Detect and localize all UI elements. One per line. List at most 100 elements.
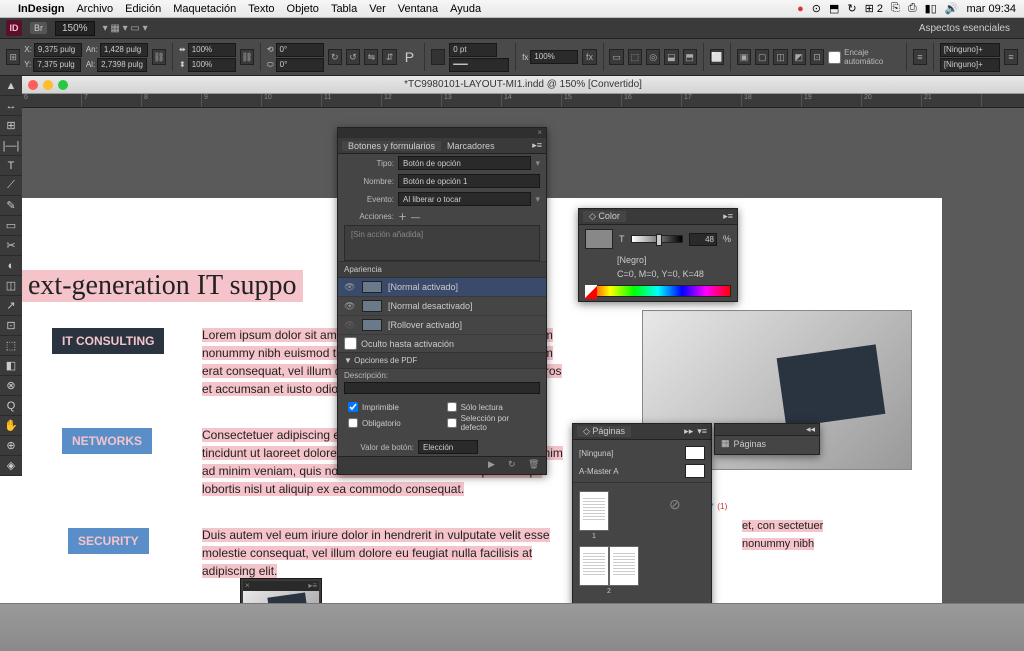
section-label-networks[interactable]: NETWORKS: [62, 428, 152, 454]
color-spectrum[interactable]: [585, 285, 731, 297]
page-thumb-1[interactable]: [579, 491, 609, 531]
dock-expand-icon[interactable]: ◂◂: [806, 424, 815, 435]
actions-list[interactable]: [Sin acción añadida]: [344, 225, 540, 261]
add-action-icon[interactable]: ＋: [398, 210, 407, 223]
center-content-icon[interactable]: ⊡: [810, 49, 824, 65]
page-tool-icon[interactable]: ⊞: [0, 116, 22, 136]
stroke-style-field[interactable]: ━━━: [449, 58, 509, 72]
scissors-tool-icon[interactable]: ✂: [0, 236, 22, 256]
view-mode-icon[interactable]: ◈: [0, 456, 22, 476]
rotate-ccw-icon[interactable]: ↺: [346, 49, 360, 65]
remove-action-icon[interactable]: —: [411, 212, 420, 222]
tray-icon[interactable]: ⬒: [829, 2, 839, 15]
menubar-clock[interactable]: mar 09:34: [966, 3, 1016, 15]
menu-ayuda[interactable]: Ayuda: [450, 3, 481, 15]
line-tool-icon[interactable]: ⟋: [0, 176, 22, 196]
fit-frame-icon[interactable]: ▢: [755, 49, 769, 65]
shear-field[interactable]: 0°: [276, 58, 324, 72]
note-tool-icon[interactable]: ↗: [0, 296, 22, 316]
reference-point-icon[interactable]: ⊞: [6, 49, 20, 65]
window-minimize-icon[interactable]: [43, 80, 53, 90]
state-normal-off[interactable]: 👁[Normal desactivado]: [338, 297, 546, 316]
menu-maquetacion[interactable]: Maquetación: [173, 3, 236, 15]
horizontal-ruler[interactable]: 6 7 8 9 10 11 12 13 14 15 16 17 18 19 20…: [22, 94, 1024, 108]
tray-volume-icon[interactable]: 🔊: [945, 2, 959, 15]
constrain-scale-icon[interactable]: ⛓: [240, 49, 254, 65]
caption-1[interactable]: et, con sectetuer: [742, 518, 882, 535]
wrap-jumpnext-icon[interactable]: ⬒: [683, 49, 697, 65]
panel-menu-icon[interactable]: ▸≡: [308, 581, 317, 591]
object-style-field-2[interactable]: [Ninguno]+: [940, 58, 1000, 72]
frame-tool-icon[interactable]: ⬚: [0, 336, 22, 356]
eye-icon[interactable]: 👁: [344, 282, 356, 293]
view-options-icon[interactable]: ▾ ▦ ▾ ▭ ▾: [103, 23, 148, 34]
panel-collapse-icon[interactable]: ▸▸: [684, 426, 693, 437]
window-zoom-icon[interactable]: [58, 80, 68, 90]
wrap-jump-icon[interactable]: ⬓: [664, 49, 678, 65]
color-panel[interactable]: ◇ Color ▸≡ T 48 % [Negro] C=0, M=0, Y=0,…: [578, 208, 738, 302]
bridge-button[interactable]: Br: [30, 22, 47, 34]
panel-menu-icon[interactable]: ▸≡: [532, 140, 542, 151]
tint-slider[interactable]: [631, 235, 683, 243]
stroke-weight-field[interactable]: 0 pt: [449, 43, 497, 57]
fit-prop-icon[interactable]: ◫: [773, 49, 787, 65]
obligatorio-checkbox[interactable]: Obligatorio: [348, 414, 433, 432]
y-field[interactable]: 7,375 pulg: [33, 58, 81, 72]
opacity-field[interactable]: 100%: [530, 50, 578, 64]
flip-v-icon[interactable]: ⇵: [382, 49, 396, 65]
master-none[interactable]: [Ninguna]: [579, 444, 705, 462]
seleccion-defecto-checkbox[interactable]: Selección por defecto: [447, 414, 532, 432]
master-a[interactable]: A-Master A: [579, 462, 705, 480]
panel-close-icon[interactable]: ×: [537, 128, 542, 138]
menu-archivo[interactable]: Archivo: [76, 3, 113, 15]
eye-off-icon[interactable]: 👁: [344, 320, 356, 331]
menu-texto[interactable]: Texto: [248, 3, 274, 15]
wrap-shape-icon[interactable]: ◎: [646, 49, 660, 65]
eye-icon[interactable]: 👁: [344, 301, 356, 312]
headline-text[interactable]: ext-generation IT suppo: [22, 270, 303, 302]
effects-icon[interactable]: fx: [582, 49, 596, 65]
menu-tabla[interactable]: Tabla: [331, 3, 357, 15]
tray-battery-icon[interactable]: ▮▯: [925, 2, 937, 15]
tray-icon[interactable]: ⎘: [891, 2, 900, 15]
caption-2[interactable]: nonummy nibh: [742, 536, 882, 553]
pdf-options-section[interactable]: ▼ Opciones de PDF: [338, 352, 546, 369]
panel-menu-icon[interactable]: ▸≡: [723, 211, 733, 222]
h-field[interactable]: 2,7398 pulg: [97, 58, 147, 72]
body-para-3[interactable]: Duis autem vel eum iriure dolor in hendr…: [202, 526, 572, 580]
pages-dock[interactable]: ◂◂ ▦Páginas: [714, 423, 820, 455]
rotate-field[interactable]: 0°: [276, 43, 324, 57]
tray-icon[interactable]: ⎙: [908, 2, 917, 15]
convert-button-icon[interactable]: ↻: [508, 459, 522, 473]
transform-tool-icon[interactable]: ◐: [0, 256, 22, 276]
state-normal-on[interactable]: 👁[Normal activado]: [338, 278, 546, 297]
pages-panel[interactable]: ◇ Páginas ▸▸ ▾≡ [Ninguna] A-Master A 1 2…: [572, 423, 712, 621]
tray-icon[interactable]: ⊙: [812, 2, 821, 15]
workspace-switcher[interactable]: Aspectos esenciales: [919, 23, 1018, 34]
state-rollover-on[interactable]: 👁[Rollover activado]: [338, 316, 546, 335]
window-close-icon[interactable]: [28, 80, 38, 90]
trash-icon[interactable]: 🗑: [528, 459, 542, 473]
gradient-tool-icon[interactable]: ◫: [0, 276, 22, 296]
menu-ver[interactable]: Ver: [369, 3, 386, 15]
flip-h-icon[interactable]: ⇋: [364, 49, 378, 65]
fit-content-icon[interactable]: ▣: [737, 49, 751, 65]
selection-tool-icon[interactable]: ▲: [0, 76, 22, 96]
rotate-cw-icon[interactable]: ↻: [328, 49, 342, 65]
fill-swatch[interactable]: [431, 49, 445, 65]
constrain-icon[interactable]: ⛓: [152, 49, 166, 65]
panel-menu-icon[interactable]: ≡: [1004, 49, 1018, 65]
type-tool-icon[interactable]: T: [0, 156, 22, 176]
fill-stroke-icon[interactable]: ⊕: [0, 436, 22, 456]
fit-fill-icon[interactable]: ◩: [792, 49, 806, 65]
document-titlebar[interactable]: *TC9980101-LAYOUT-MI1.indd @ 150% [Conve…: [22, 76, 1024, 94]
eyedropper-tool-icon[interactable]: ⊡: [0, 316, 22, 336]
direct-select-tool-icon[interactable]: ↔: [0, 96, 22, 116]
object-style-field[interactable]: [Ninguno]+: [940, 43, 1000, 57]
fill-stroke-proxy-icon[interactable]: [585, 229, 613, 249]
rectangle-tool-icon[interactable]: ▭: [0, 216, 22, 236]
tab-color[interactable]: ◇ Color: [583, 211, 626, 222]
section-label-consulting[interactable]: IT CONSULTING: [52, 328, 164, 354]
w-field[interactable]: 1,428 pulg: [100, 43, 148, 57]
menu-objeto[interactable]: Objeto: [287, 3, 319, 15]
